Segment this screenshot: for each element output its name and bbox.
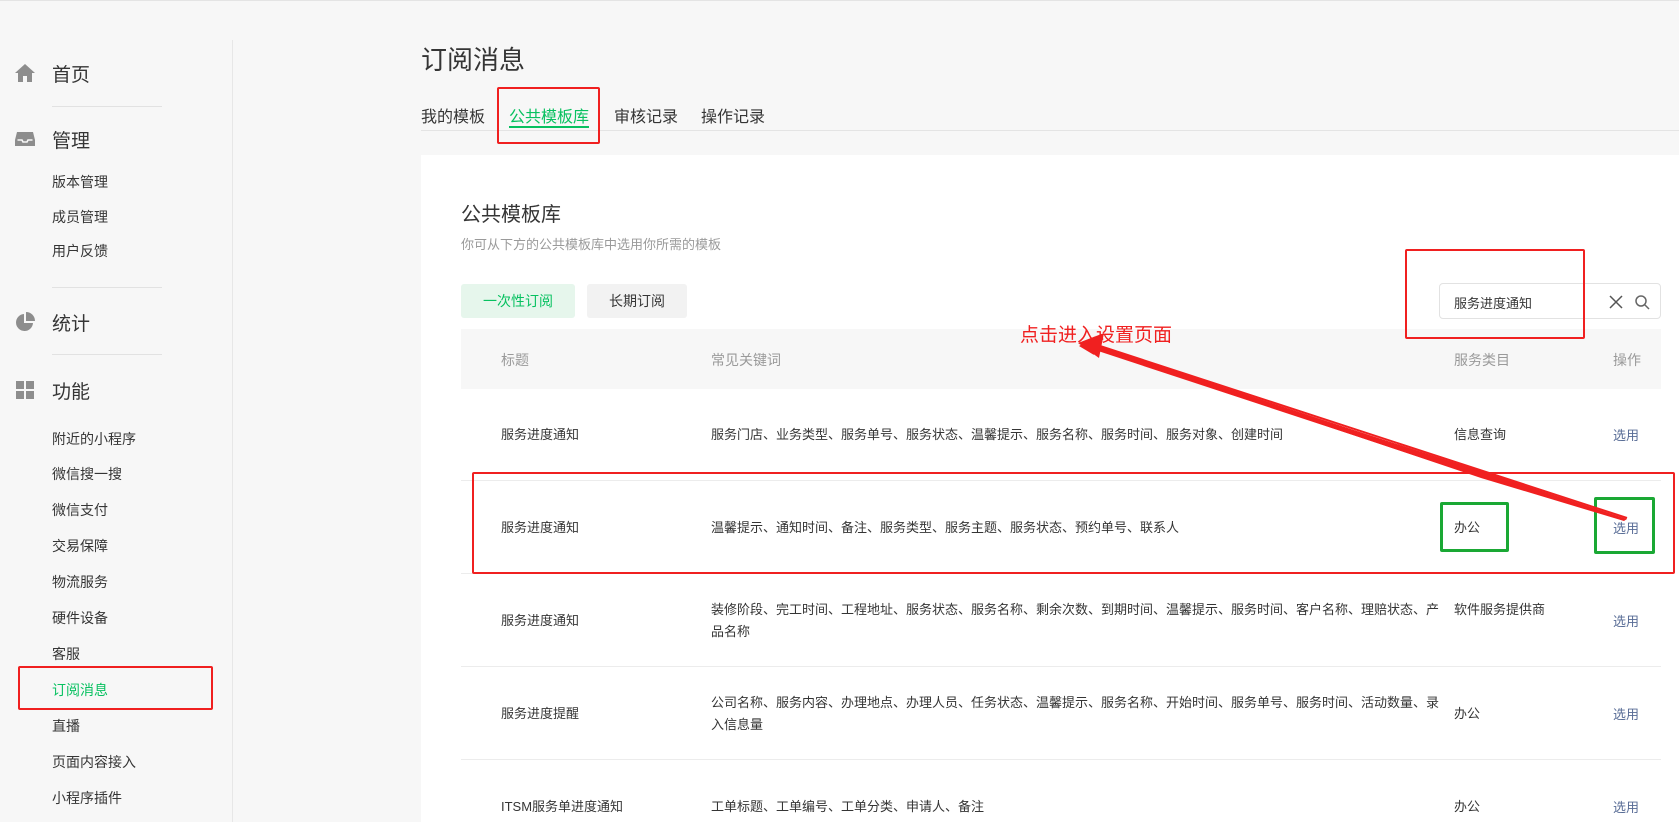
row-divider: [461, 666, 1661, 667]
nav-divider: [52, 287, 162, 288]
sidebar-item-guarantee[interactable]: 交易保障: [52, 536, 108, 556]
row-divider: [461, 480, 1661, 481]
filter-long-button[interactable]: 长期订阅: [587, 284, 687, 318]
sidebar-item-content[interactable]: 页面内容接入: [52, 752, 136, 772]
nav-features-label: 功能: [52, 381, 91, 403]
row-category: 办公: [1454, 799, 1481, 814]
nav-divider: [52, 354, 162, 355]
search-box: [1439, 283, 1661, 319]
row-title: ITSM服务单进度通知: [501, 799, 624, 814]
page-title: 订阅消息: [421, 45, 526, 75]
sidebar-item-version[interactable]: 版本管理: [52, 172, 108, 192]
inbox-icon: [15, 132, 35, 146]
sidebar-item-logistics[interactable]: 物流服务: [52, 572, 108, 592]
row-keywords: 公司名称、服务内容、办理地点、办理人员、任务状态、温馨提示、服务名称、开始时间、…: [711, 695, 1440, 732]
row-category: 办公: [1454, 706, 1481, 721]
sidebar: 首页 管理 版本管理 成员管理 用户反馈 统计 功能 附近的小程序 微信搜一搜 …: [0, 0, 233, 822]
row-divider: [461, 573, 1661, 574]
nav-stats-label: 统计: [52, 313, 91, 335]
pie-chart-icon: [16, 312, 35, 331]
search-icon[interactable]: [1634, 294, 1650, 310]
row-category: 软件服务提供商: [1454, 602, 1546, 617]
column-category: 服务类目: [1454, 352, 1510, 368]
sidebar-item-nearby[interactable]: 附近的小程序: [52, 429, 136, 449]
sidebar-item-service[interactable]: 客服: [52, 644, 80, 664]
filter-once-button[interactable]: 一次性订阅: [461, 284, 575, 318]
nav-features[interactable]: 功能: [14, 375, 90, 405]
select-button[interactable]: 选用: [1613, 704, 1639, 726]
sidebar-item-plugin[interactable]: 小程序插件: [52, 788, 122, 808]
select-button[interactable]: 选用: [1613, 797, 1639, 819]
nav-manage-label: 管理: [52, 130, 91, 152]
select-button[interactable]: 选用: [1613, 518, 1639, 540]
row-title: 服务进度通知: [501, 427, 580, 442]
tab-my-templates[interactable]: 我的模板: [421, 103, 485, 127]
row-category: 办公: [1454, 520, 1481, 535]
column-keywords: 常见关键词: [711, 352, 781, 368]
nav-manage[interactable]: 管理: [14, 124, 90, 154]
row-title: 服务进度通知: [501, 613, 580, 628]
column-action: 操作: [1613, 352, 1641, 368]
sidebar-item-pay[interactable]: 微信支付: [52, 500, 108, 520]
sidebar-item-live[interactable]: 直播: [52, 716, 80, 736]
search-input[interactable]: [1454, 292, 1584, 312]
column-title: 标题: [501, 352, 529, 368]
row-divider: [461, 759, 1661, 760]
row-keywords: 服务门店、业务类型、服务单号、服务状态、温馨提示、服务名称、服务时间、服务对象、…: [711, 427, 1284, 442]
select-button[interactable]: 选用: [1613, 611, 1639, 633]
row-keywords: 温馨提示、通知时间、备注、服务类型、服务主题、服务状态、预约单号、联系人: [711, 520, 1180, 535]
sidebar-item-feedback[interactable]: 用户反馈: [52, 241, 108, 261]
tab-review-records[interactable]: 审核记录: [614, 103, 678, 127]
tab-public-library[interactable]: 公共模板库: [509, 103, 589, 127]
row-title: 服务进度通知: [501, 520, 580, 535]
active-tab-indicator: [509, 126, 589, 128]
card-title: 公共模板库: [461, 204, 561, 226]
tab-operation-records[interactable]: 操作记录: [701, 103, 765, 127]
close-icon[interactable]: [1608, 294, 1624, 310]
card-description: 你可从下方的公共模板库中选用你所需的模板: [461, 237, 722, 252]
grid-icon: [16, 381, 34, 399]
row-keywords: 装修阶段、完工时间、工程地址、服务状态、服务名称、剩余次数、到期时间、温馨提示、…: [711, 602, 1440, 639]
row-title: 服务进度提醒: [501, 706, 580, 721]
sidebar-item-subscribe[interactable]: 订阅消息: [52, 680, 108, 700]
row-category: 信息查询: [1454, 427, 1507, 442]
annotation-text: 点击进入设置页面: [1020, 325, 1173, 346]
nav-home-label: 首页: [52, 64, 91, 86]
nav-home[interactable]: 首页: [14, 58, 90, 88]
sidebar-item-search[interactable]: 微信搜一搜: [52, 464, 122, 484]
sidebar-item-members[interactable]: 成员管理: [52, 207, 108, 227]
sidebar-item-hardware[interactable]: 硬件设备: [52, 608, 108, 628]
top-border: [0, 0, 1679, 1]
nav-stats[interactable]: 统计: [14, 307, 90, 337]
row-keywords: 工单标题、工单编号、工单分类、申请人、备注: [711, 799, 985, 814]
nav-divider: [52, 106, 162, 107]
select-button[interactable]: 选用: [1613, 425, 1639, 447]
tabs-divider: [421, 130, 1679, 131]
sidebar-border: [232, 40, 233, 822]
home-icon: [15, 64, 35, 82]
